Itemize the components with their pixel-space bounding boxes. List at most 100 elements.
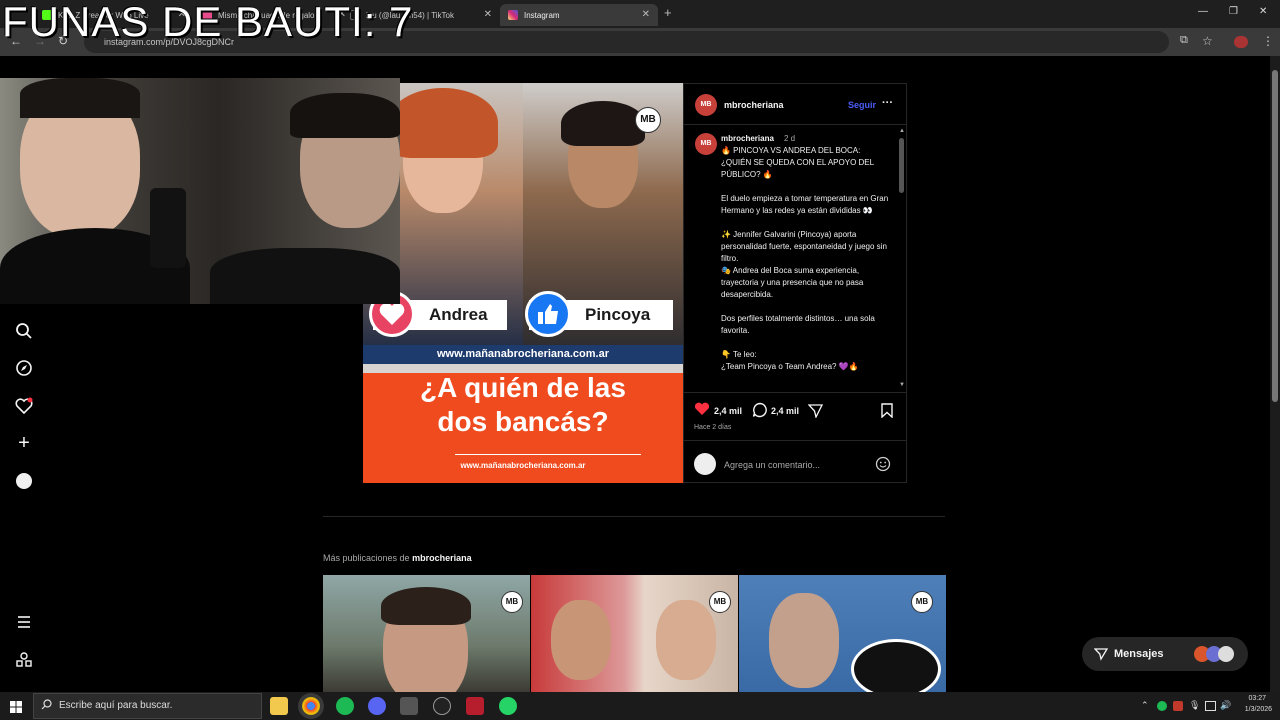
mb-logo: MB bbox=[635, 107, 661, 133]
save-bookmark-icon[interactable] bbox=[881, 403, 893, 423]
mb-logo: MB bbox=[911, 591, 933, 613]
comment-input[interactable]: Agrega un comentario... bbox=[724, 460, 820, 470]
post-author-username[interactable]: mbrocheriana bbox=[724, 100, 784, 110]
microphone bbox=[150, 188, 186, 268]
page-scrollbar[interactable] bbox=[1270, 56, 1280, 692]
caption-paragraph: Dos perfiles totalmente distintos… una s… bbox=[721, 314, 875, 335]
windows-start-icon[interactable] bbox=[10, 700, 22, 718]
profile-icon[interactable] bbox=[14, 471, 34, 491]
caption-paragraph: 🔥 PINCOYA VS ANDREA DEL BOCA: ¿QUIÉN SE … bbox=[721, 146, 874, 179]
close-tab-icon[interactable]: ✕ bbox=[642, 9, 650, 20]
like-heart-icon[interactable] bbox=[694, 402, 710, 421]
likes-count[interactable]: 2,4 mil bbox=[714, 406, 742, 416]
post-time-ago: Hace 2 días bbox=[694, 424, 732, 431]
webcam-overlay bbox=[0, 78, 400, 304]
windows-taskbar: Escribe aquí para buscar. ⌃ 🎙 🔊 03:27 1/… bbox=[0, 692, 1280, 720]
explore-icon[interactable] bbox=[14, 359, 34, 379]
thumbs-up-icon bbox=[525, 291, 571, 337]
network-icon[interactable] bbox=[1205, 701, 1216, 711]
panel-divider bbox=[684, 124, 906, 125]
caption-paragraph: El duelo empieza a tomar temperatura en … bbox=[721, 194, 889, 215]
store-icon[interactable] bbox=[400, 697, 418, 715]
comment-icon[interactable] bbox=[752, 402, 768, 423]
tab-label: Instagram bbox=[524, 10, 560, 20]
whatsapp-icon[interactable] bbox=[499, 697, 517, 715]
messages-icon bbox=[1093, 647, 1109, 666]
comments-count[interactable]: 2,4 mil bbox=[771, 406, 799, 416]
tab-instagram[interactable]: Instagram ✕ bbox=[500, 4, 658, 26]
search-icon bbox=[41, 699, 52, 713]
caption-paragraph: 👇 Te leo: ¿Team Pincoya o Team Andrea? 💜… bbox=[721, 350, 859, 371]
more-posts-username[interactable]: mbrocheriana bbox=[412, 553, 472, 563]
more-posts-label: Más publicaciones de mbrocheriana bbox=[323, 553, 472, 563]
spotify-icon[interactable] bbox=[336, 697, 354, 715]
caption-username[interactable]: mbrocheriana bbox=[721, 134, 774, 143]
name-andrea: Andrea bbox=[429, 305, 488, 324]
notifications-icon[interactable] bbox=[14, 396, 34, 416]
tray-chevron-icon[interactable]: ⌃ bbox=[1141, 700, 1149, 711]
close-tab-icon[interactable]: ✕ bbox=[484, 9, 492, 20]
file-explorer-icon[interactable] bbox=[270, 697, 288, 715]
more-options-icon[interactable]: ··· bbox=[882, 97, 893, 109]
share-icon[interactable] bbox=[807, 403, 824, 423]
panel-divider bbox=[684, 392, 906, 393]
discord-icon[interactable] bbox=[368, 697, 386, 715]
new-tab-button[interactable]: + bbox=[664, 5, 672, 20]
person-left-hair bbox=[20, 78, 140, 118]
post-divider bbox=[455, 454, 641, 455]
more-post-thumbnail[interactable]: MB bbox=[323, 575, 530, 693]
obs-icon[interactable] bbox=[433, 697, 451, 715]
person-right-shirt bbox=[210, 248, 400, 304]
close-window-button[interactable]: ✕ bbox=[1259, 6, 1267, 17]
post-url-top: www.mañanabrocheriana.com.ar bbox=[363, 345, 683, 364]
post-image[interactable]: MB Andrea Pincoya www.mañanabrocheriana.… bbox=[363, 83, 683, 483]
create-icon[interactable]: + bbox=[14, 433, 34, 453]
caption-time: 2 d bbox=[784, 134, 796, 143]
mb-logo: MB bbox=[709, 591, 731, 613]
menu-icon[interactable] bbox=[14, 614, 34, 634]
person-right-hair bbox=[290, 93, 400, 138]
post-question: ¿A quién de las dos bancás? bbox=[420, 372, 626, 437]
post-details-panel: MB mbrocheriana Seguir ··· MB mbrocheria… bbox=[683, 83, 907, 483]
more-posts-prefix: Más publicaciones de bbox=[323, 553, 410, 563]
taskbar-search[interactable]: Escribe aquí para buscar. bbox=[33, 693, 262, 719]
messages-button[interactable]: Mensajes bbox=[1082, 637, 1248, 671]
messages-label: Mensajes bbox=[1114, 648, 1164, 660]
more-post-thumbnail[interactable]: MB bbox=[739, 575, 946, 693]
caption-scrollbar[interactable]: ▲ ▼ bbox=[899, 128, 905, 392]
tray-app-icon[interactable] bbox=[1173, 701, 1183, 711]
volume-icon[interactable]: 🔊 bbox=[1220, 700, 1231, 711]
panel-divider bbox=[684, 440, 906, 441]
mb-logo: MB bbox=[501, 591, 523, 613]
caption-author-avatar[interactable]: MB bbox=[695, 133, 717, 155]
clock-time[interactable]: 03:27 bbox=[1240, 695, 1266, 702]
app-icon[interactable] bbox=[466, 697, 484, 715]
tray-spotify-icon[interactable] bbox=[1157, 701, 1167, 711]
search-icon[interactable] bbox=[14, 322, 34, 342]
commenter-avatar bbox=[694, 453, 716, 475]
browser-menu-icon[interactable]: ⋮ bbox=[1262, 34, 1274, 48]
more-icon[interactable] bbox=[14, 652, 34, 672]
scrollbar-thumb[interactable] bbox=[1272, 70, 1278, 402]
post-url-bottom: www.mañanabrocheriana.com.ar bbox=[460, 461, 586, 470]
clock-date[interactable]: 1/3/2026 bbox=[1236, 706, 1272, 713]
chrome-icon[interactable] bbox=[302, 697, 320, 715]
post-author-avatar[interactable]: MB bbox=[695, 94, 717, 116]
post-caption: 🔥 PINCOYA VS ANDREA DEL BOCA: ¿QUIÉN SE … bbox=[721, 145, 891, 385]
instagram-favicon-icon bbox=[508, 10, 518, 20]
microphone-icon[interactable]: 🎙 bbox=[1189, 700, 1200, 711]
section-divider bbox=[323, 516, 945, 517]
minimize-button[interactable]: — bbox=[1198, 6, 1208, 17]
follow-button[interactable]: Seguir bbox=[848, 100, 876, 110]
caption-paragraph: ✨ Jennifer Galvarini (Pincoya) aporta pe… bbox=[721, 230, 887, 299]
profile-avatar-icon[interactable] bbox=[1234, 36, 1248, 48]
taskbar-search-placeholder: Escribe aquí para buscar. bbox=[59, 700, 173, 711]
bookmark-star-icon[interactable]: ☆ bbox=[1202, 34, 1213, 48]
maximize-button[interactable]: ❐ bbox=[1229, 6, 1238, 17]
name-pincoya: Pincoya bbox=[585, 305, 651, 324]
contact-avatar bbox=[1218, 646, 1234, 662]
more-post-thumbnail[interactable]: MB bbox=[531, 575, 738, 693]
install-app-icon[interactable]: ⧉ bbox=[1180, 34, 1188, 47]
emoji-icon[interactable] bbox=[875, 456, 891, 477]
stream-overlay-title: FUNAS DE BAUTI: 7 bbox=[2, 0, 414, 45]
